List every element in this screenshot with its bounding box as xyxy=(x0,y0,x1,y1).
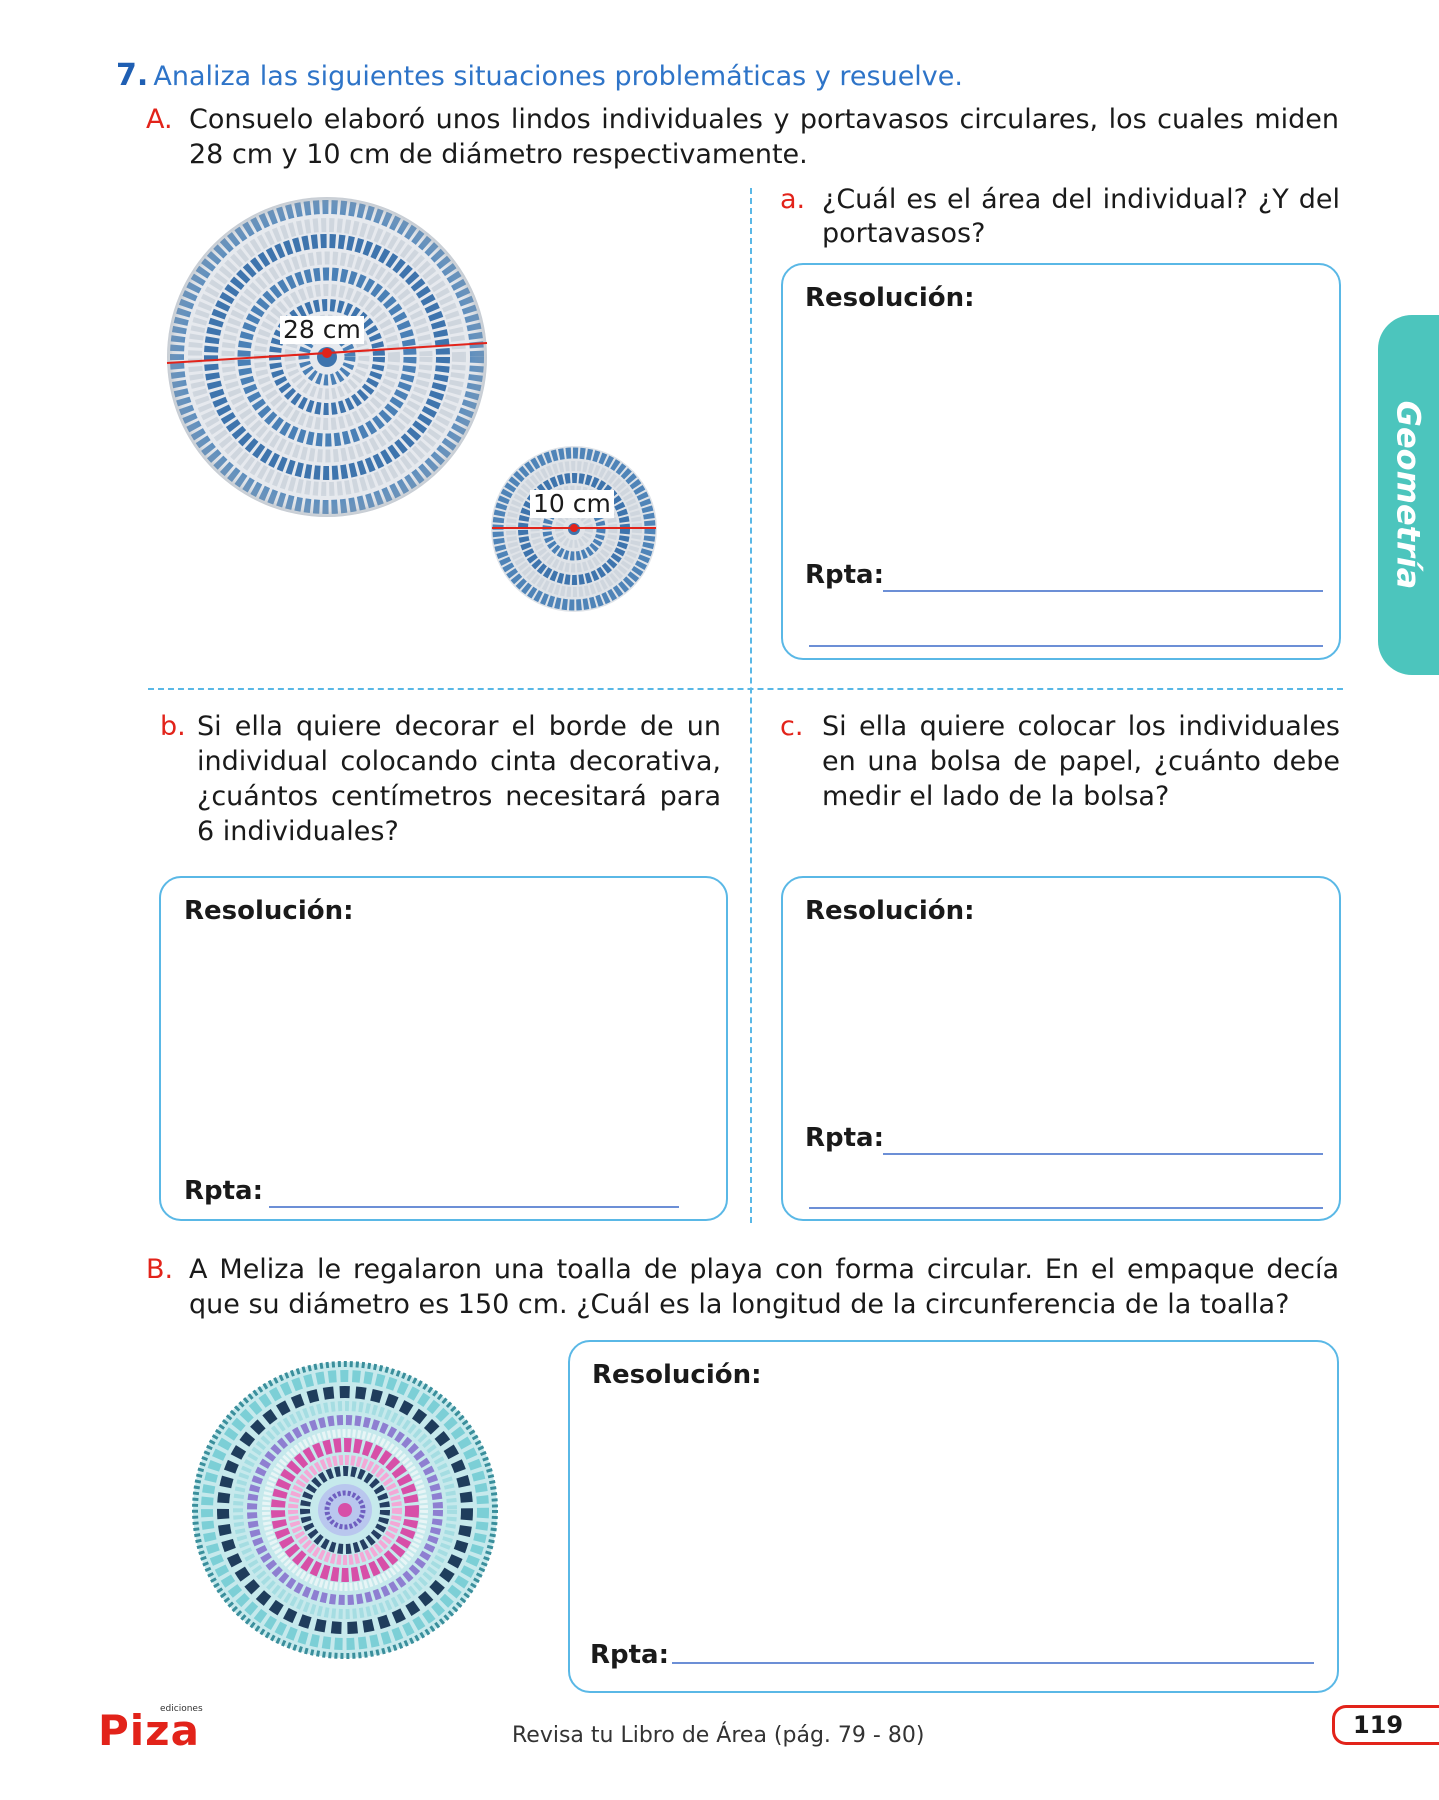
answer-box-c[interactable]: Resolución: Rpta: xyxy=(781,876,1341,1221)
answer-label: Rpta: xyxy=(805,560,885,590)
answer-line[interactable] xyxy=(672,1662,1314,1664)
publisher-logo-caption: ediciones xyxy=(160,1704,203,1714)
part-b-text-line1: A Meliza le regalaron una toalla de play… xyxy=(189,1254,1339,1285)
answer-line[interactable] xyxy=(883,1153,1323,1155)
coaster-small-image xyxy=(491,446,657,612)
part-a-text-line2: 28 cm y 10 cm de diámetro respectivament… xyxy=(189,139,808,170)
resolution-label: Resolución: xyxy=(805,896,975,926)
question-c-line2: en una bolsa de papel, ¿cuánto debe xyxy=(822,746,1340,777)
question-b-line4: 6 individuales? xyxy=(197,816,399,847)
vertical-divider xyxy=(750,188,752,1223)
question-a-marker: a. xyxy=(780,184,806,215)
section-title: Geometría xyxy=(1389,400,1428,590)
answer-label: Rpta: xyxy=(184,1176,264,1206)
resolution-label: Resolución: xyxy=(184,896,354,926)
horizontal-divider xyxy=(148,688,1343,690)
question-c-line1: Si ella quiere colocar los individuales xyxy=(822,711,1340,742)
section-side-label: Geometría xyxy=(1378,315,1439,675)
placemat-large-image xyxy=(166,197,488,517)
question-c-line3: medir el lado de la bolsa? xyxy=(822,781,1170,812)
exercise-number: 7. xyxy=(116,58,149,93)
question-b-line1: Si ella quiere decorar el borde de un xyxy=(197,711,721,742)
answer-line-2[interactable] xyxy=(809,1207,1323,1209)
resolution-label: Resolución: xyxy=(592,1360,762,1390)
part-b-text-line2: que su diámetro es 150 cm. ¿Cuál es la l… xyxy=(189,1289,1290,1320)
resolution-label: Resolución: xyxy=(805,283,975,313)
answer-label: Rpta: xyxy=(805,1123,885,1153)
part-b-marker: B. xyxy=(146,1254,174,1285)
question-a-line1: ¿Cuál es el área del individual? ¿Y del xyxy=(822,184,1340,215)
question-b-line2: individual colocando cinta decorativa, xyxy=(197,746,721,777)
answer-label: Rpta: xyxy=(590,1640,670,1670)
exercise-header: 7. Analiza las siguientes situaciones pr… xyxy=(116,58,963,94)
page-number: 119 xyxy=(1332,1705,1439,1745)
exercise-instruction: Analiza las siguientes situaciones probl… xyxy=(153,61,963,92)
part-a-text-line1: Consuelo elaboró unos lindos individuale… xyxy=(189,104,1339,135)
beach-towel-image xyxy=(192,1361,498,1659)
question-b-marker: b. xyxy=(160,711,186,742)
answer-line[interactable] xyxy=(269,1206,679,1208)
answer-line-2[interactable] xyxy=(809,645,1323,647)
answer-box-b[interactable]: Resolución: Rpta: xyxy=(159,876,728,1221)
answer-box-a[interactable]: Resolución: Rpta: xyxy=(781,263,1341,660)
coaster-small-label: 10 cm xyxy=(530,490,614,518)
answer-box-b-part[interactable]: Resolución: Rpta: xyxy=(568,1340,1339,1693)
question-c-marker: c. xyxy=(780,711,804,742)
footer-reference: Revisa tu Libro de Área (pág. 79 - 80) xyxy=(512,1723,925,1748)
placemat-large-label: 28 cm xyxy=(280,316,364,344)
answer-line[interactable] xyxy=(883,590,1323,592)
question-a-line2: portavasos? xyxy=(822,218,986,249)
part-a-marker: A. xyxy=(146,104,173,135)
question-b-line3: ¿cuántos centímetros necesitará para xyxy=(197,781,721,812)
